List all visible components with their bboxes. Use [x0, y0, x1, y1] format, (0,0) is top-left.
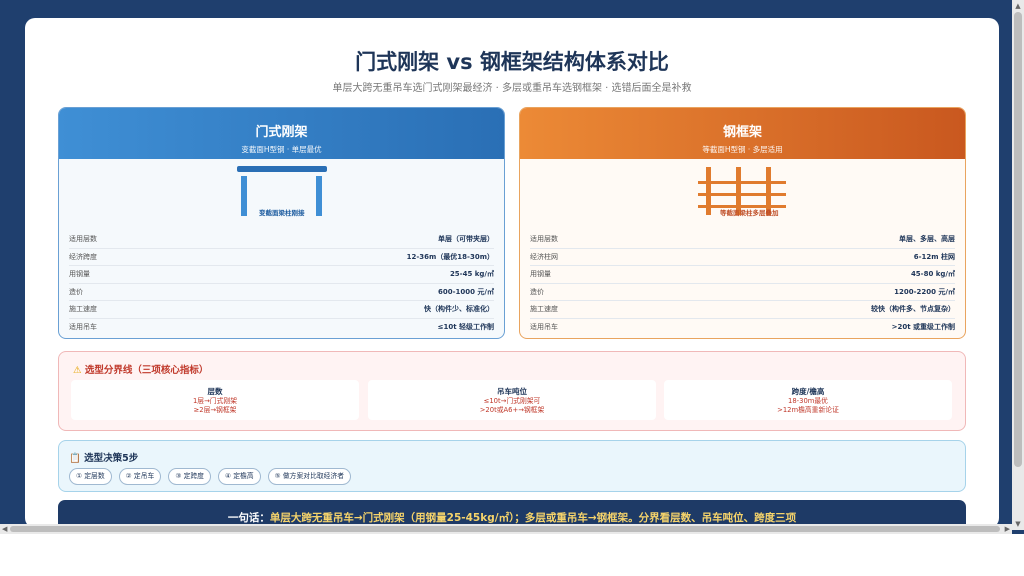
spec-row: 造价 1200-2200 元/㎡ [530, 284, 955, 301]
portal-frame-spec-list: 适用层数 单层（可带夹层） 经济跨度 12-36m（最优18-30m） 用钢量 25-… [59, 231, 504, 335]
spec-row: 适用层数 单层（可带夹层） [69, 231, 494, 249]
spec-value: 600-1000 元/㎡ [438, 287, 494, 296]
spec-row: 用钢量 45-80 kg/㎡ [530, 266, 955, 284]
steps-title-text: 选型决策5步 [84, 453, 139, 464]
spec-value: ≤10t 轻级工作制 [437, 322, 494, 331]
boundary-card-crane: 吊车吨位 ≤10t→门式刚架可 >20t或A6+→钢框架 [368, 380, 656, 420]
spec-row: 造价 600-1000 元/㎡ [69, 284, 494, 301]
spec-value: 45-80 kg/㎡ [910, 270, 955, 278]
portal-frame-icon [237, 166, 327, 216]
main-card: 门式刚架 vs 钢框架结构体系对比 单层大跨无重吊车选门式刚架最经济 · 多层或… [25, 18, 999, 528]
horizontal-scroll-thumb[interactable] [10, 526, 1000, 532]
spec-key: 经济柱网 [530, 252, 558, 261]
vertical-scrollbar[interactable]: ▲ ▼ [1012, 0, 1024, 530]
steel-frame-header: 钢框架 等截面H型钢 · 多层适用 [520, 108, 965, 159]
spec-row: 适用吊车 ≤10t 轻级工作制 [69, 319, 494, 336]
spec-value: 25-45 kg/㎡ [449, 270, 494, 278]
portal-frame-title: 门式刚架 [255, 125, 308, 140]
portal-frame-diagram: 变截面梁柱刚接 [59, 159, 504, 231]
spec-value: 快（构件少、标准化） [424, 305, 494, 313]
spec-key: 施工速度 [530, 305, 558, 313]
spec-value: 6-12m 柱网 [913, 252, 955, 261]
spec-key: 适用吊车 [69, 322, 97, 331]
spec-key: 经济跨度 [69, 252, 97, 261]
spec-row: 适用层数 单层、多层、高层 [530, 231, 955, 249]
spec-value: 单层（可带夹层） [438, 235, 494, 243]
horizontal-scrollbar[interactable]: ◀ ▶ [0, 524, 1012, 534]
spec-key: 用钢量 [69, 270, 90, 278]
steel-frame-icon [698, 167, 786, 215]
portal-frame-subtitle: 变截面H型钢 · 单层最优 [241, 145, 322, 154]
step-chip: ① 定层数 [69, 468, 112, 485]
page-title: 门式刚架 vs 钢框架结构体系对比 [355, 50, 669, 74]
selection-boundary-section: ⚠ 选型分界线（三项核心指标） 层数 1层→门式刚架 ≥2层→钢框架 吊车吨位 … [58, 351, 966, 431]
portal-frame-panel: 门式刚架 变截面H型钢 · 单层最优 变截面梁柱刚接 适用层数 单层（可带夹层） … [58, 107, 505, 339]
step-chip: ② 定吊车 [118, 468, 162, 485]
blank-area [0, 534, 1024, 576]
portal-frame-diagram-label: 变截面梁柱刚接 [259, 209, 305, 217]
spec-key: 用钢量 [530, 270, 551, 278]
spec-row: 施工速度 较快（构件多、节点复杂） [530, 301, 955, 319]
vertical-scroll-thumb[interactable] [1014, 12, 1022, 467]
spec-value: 1200-2200 元/㎡ [894, 287, 955, 296]
step-chip: ③ 定跨度 [168, 468, 211, 485]
spec-key: 适用层数 [69, 235, 97, 243]
boundary-card-line: 1层→门式刚架 [192, 397, 237, 405]
summary-body: 单层大跨无重吊车→门式刚架（用钢量25-45kg/㎡）；多层或重吊车→钢框架。分… [269, 512, 797, 524]
spec-key: 适用层数 [530, 235, 558, 243]
spec-key: 施工速度 [69, 305, 97, 313]
scroll-left-icon[interactable]: ◀ [2, 524, 7, 534]
spec-row: 经济柱网 6-12m 柱网 [530, 249, 955, 266]
spec-value: 12-36m（最优18-30m） [406, 252, 494, 261]
decision-steps-section: 📋 选型决策5步 ① 定层数 ② 定吊车 ③ 定跨度 ④ 定檐高 ⑤ 做方案对比… [58, 440, 966, 492]
boundary-card-span: 跨度/檐高 18-30m最优 >12m檐高重新论证 [664, 380, 952, 420]
steel-frame-panel: 钢框架 等截面H型钢 · 多层适用 等截面梁柱多层叠加 适用层数 单层、多层、高层… [519, 107, 966, 339]
scroll-down-icon[interactable]: ▼ [1012, 518, 1024, 530]
portal-frame-header: 门式刚架 变截面H型钢 · 单层最优 [59, 108, 504, 159]
page-subtitle: 单层大跨无重吊车选门式刚架最经济 · 多层或重吊车选钢框架 · 选错后面全是补救 [332, 83, 692, 94]
steel-frame-title: 钢框架 [722, 125, 762, 140]
boundary-title-text: 选型分界线（三项核心指标） [84, 365, 209, 376]
steel-frame-diagram-label: 等截面梁柱多层叠加 [720, 209, 779, 217]
boundary-card-head: 层数 [207, 387, 223, 396]
summary-lead: 一句话： [227, 512, 270, 524]
steps-chip-list: ① 定层数 ② 定吊车 ③ 定跨度 ④ 定檐高 ⑤ 做方案对比取经济者 [69, 468, 358, 485]
scroll-right-icon[interactable]: ▶ [1005, 524, 1010, 534]
boundary-card-head: 跨度/檐高 [791, 387, 825, 396]
boundary-card-line: >20t或A6+→钢框架 [479, 406, 545, 414]
boundary-title: ⚠ 选型分界线（三项核心指标） [73, 362, 208, 376]
step-chip: ④ 定檐高 [217, 468, 261, 485]
boundary-card-line: ≤10t→门式刚架可 [483, 397, 541, 405]
clipboard-icon: 📋 [69, 453, 81, 464]
spec-key: 适用吊车 [530, 322, 558, 331]
spec-value: >20t 或重级工作制 [891, 322, 955, 331]
step-chip: ⑤ 做方案对比取经济者 [267, 468, 352, 485]
spec-key: 造价 [530, 287, 544, 296]
boundary-card-floors: 层数 1层→门式刚架 ≥2层→钢框架 [71, 380, 359, 420]
steps-title: 📋 选型决策5步 [69, 450, 138, 464]
spec-row: 适用吊车 >20t 或重级工作制 [530, 319, 955, 336]
boundary-card-line: >12m檐高重新论证 [777, 406, 839, 414]
spec-row: 经济跨度 12-36m（最优18-30m） [69, 249, 494, 266]
warning-icon: ⚠ [73, 365, 82, 376]
summary-text: 一句话：单层大跨无重吊车→门式刚架（用钢量25-45kg/㎡）；多层或重吊车→钢… [58, 510, 966, 525]
boundary-card-head: 吊车吨位 [497, 387, 527, 396]
spec-row: 施工速度 快（构件少、标准化） [69, 301, 494, 319]
spec-key: 造价 [69, 287, 83, 296]
boundary-card-line: ≥2层→钢框架 [193, 406, 237, 414]
boundary-card-line: 18-30m最优 [788, 397, 828, 405]
steel-frame-spec-list: 适用层数 单层、多层、高层 经济柱网 6-12m 柱网 用钢量 45-80 kg/㎡ … [520, 231, 965, 335]
spec-value: 单层、多层、高层 [899, 235, 955, 243]
steel-frame-diagram: 等截面梁柱多层叠加 [520, 159, 965, 231]
spec-value: 较快（构件多、节点复杂） [871, 305, 955, 313]
steel-frame-subtitle: 等截面H型钢 · 多层适用 [702, 145, 783, 154]
scroll-up-icon[interactable]: ▲ [1012, 0, 1024, 12]
spec-row: 用钢量 25-45 kg/㎡ [69, 266, 494, 284]
